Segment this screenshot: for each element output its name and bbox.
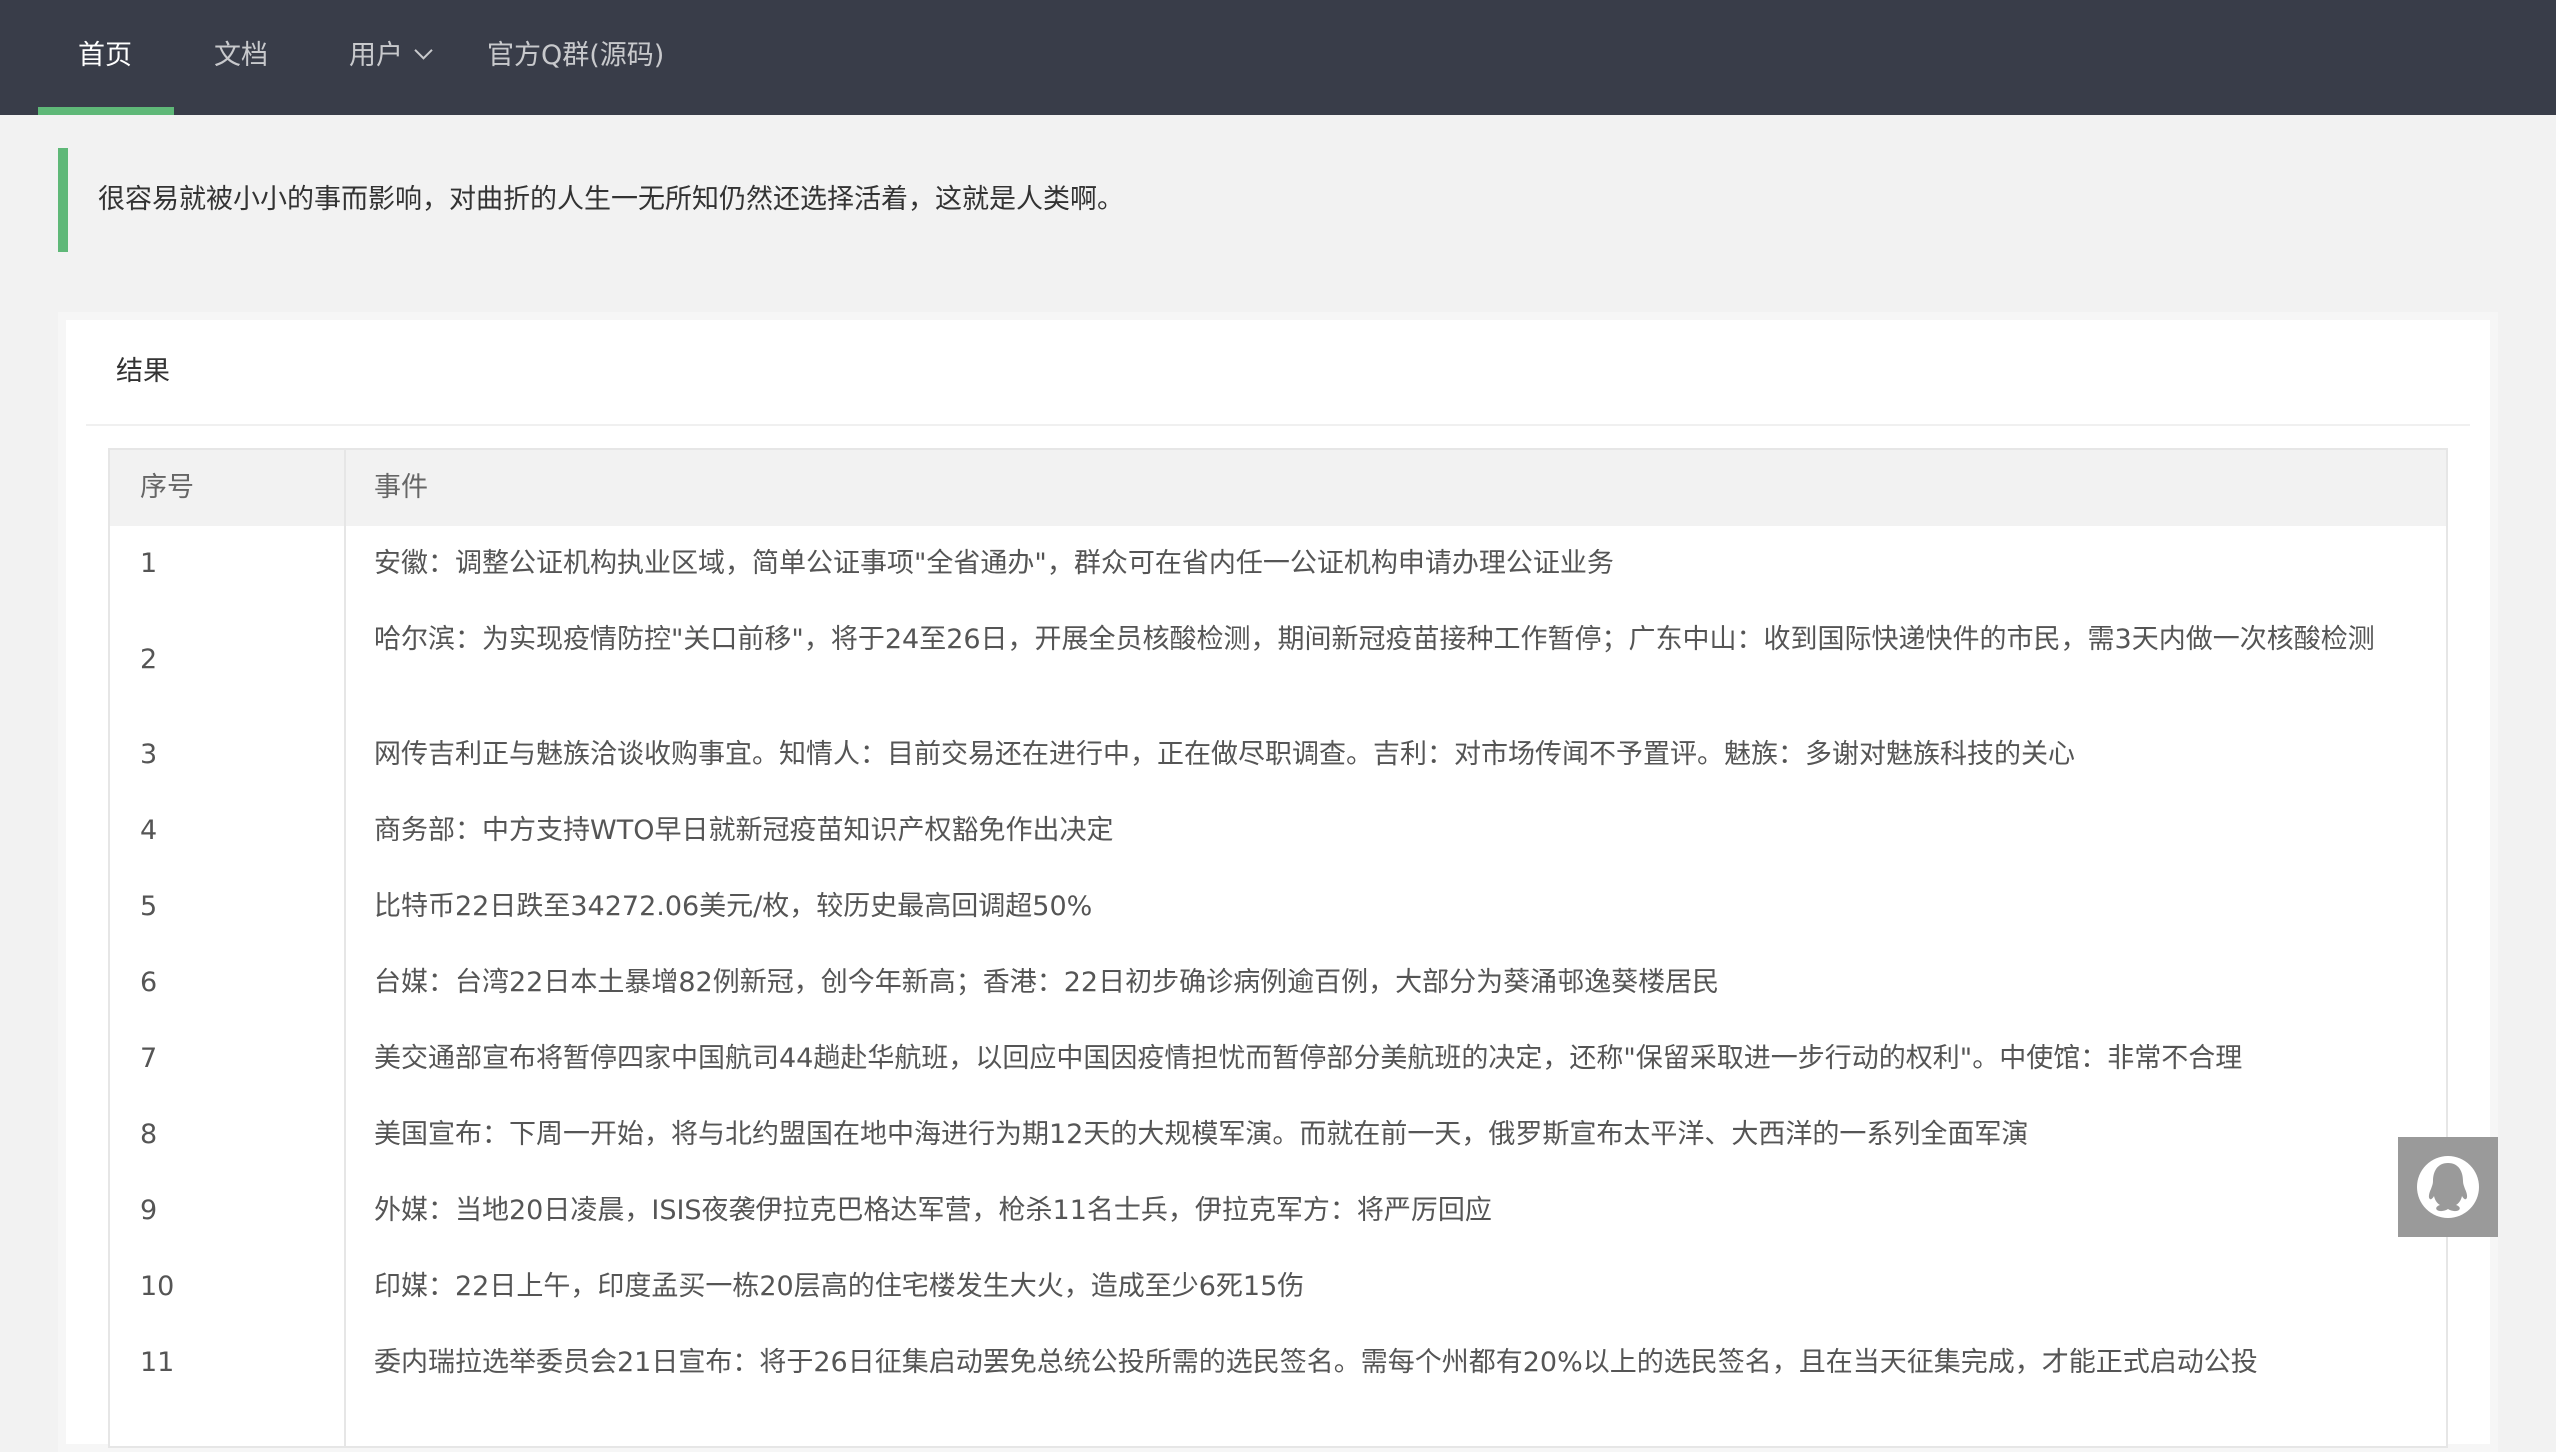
nav-item-home[interactable]: 首页 (78, 0, 132, 115)
row-event: 哈尔滨：为实现疫情防控"关口前移"，将于24至26日，开展全员核酸检测，期间新冠… (374, 624, 2375, 655)
row-event: 美交通部宣布将暂停四家中国航司44趟赴华航班，以回应中国因疫情担忧而暂停部分美航… (374, 1043, 2243, 1074)
row-event: 网传吉利正与魅族洽谈收购事宜。知情人：目前交易还在进行中，正在做尽职调查。吉利：… (374, 739, 2075, 770)
nav-active-indicator (38, 107, 174, 115)
row-number: 3 (140, 739, 158, 770)
nav-item-user-label: 用户 (349, 40, 403, 71)
qq-contact-button[interactable] (2398, 1137, 2498, 1237)
column-header-no: 序号 (140, 472, 194, 503)
row-event: 比特币22日跌至34272.06美元/枚，较历史最高回调超50% (374, 891, 1093, 922)
table-row: 4 商务部：中方支持WTO早日就新冠疫苗知识产权豁免作出决定 (110, 793, 2446, 869)
table-row: 11 委内瑞拉选举委员会21日宣布：将于26日征集启动罢免总统公投所需的选民签名… (110, 1325, 2446, 1401)
row-event: 台媒：台湾22日本土暴增82例新冠，创今年新高；香港：22日初步确诊病例逾百例，… (374, 967, 1720, 998)
table-row: 2 哈尔滨：为实现疫情防控"关口前移"，将于24至26日，开展全员核酸检测，期间… (110, 602, 2446, 717)
row-number: 9 (140, 1195, 158, 1226)
table-row: 6 台媒：台湾22日本土暴增82例新冠，创今年新高；香港：22日初步确诊病例逾百… (110, 945, 2446, 1021)
row-number: 11 (140, 1347, 175, 1378)
qq-penguin-icon (2417, 1156, 2479, 1218)
column-header-event: 事件 (374, 472, 428, 503)
row-event: 美国宣布：下周一开始，将与北约盟国在地中海进行为期12天的大规模军演。而就在前一… (374, 1119, 2029, 1150)
table-row: 10 印媒：22日上午，印度孟买一栋20层高的住宅楼发生大火，造成至少6死15伤 (110, 1249, 2446, 1325)
nav-item-qq-group[interactable]: 官方Q群(源码) (487, 0, 664, 115)
nav-item-user[interactable]: 用户 (349, 0, 433, 115)
nav-item-docs[interactable]: 文档 (214, 0, 268, 115)
top-navigation: 首页 文档 用户 官方Q群(源码) (0, 0, 2556, 115)
row-event: 委内瑞拉选举委员会21日宣布：将于26日征集启动罢免总统公投所需的选民签名。需每… (374, 1347, 2258, 1378)
table-row: 8 美国宣布：下周一开始，将与北约盟国在地中海进行为期12天的大规模军演。而就在… (110, 1097, 2446, 1173)
row-number: 1 (140, 548, 158, 579)
row-event: 商务部：中方支持WTO早日就新冠疫苗知识产权豁免作出决定 (374, 815, 1114, 846)
row-number: 8 (140, 1119, 158, 1150)
row-number: 2 (140, 644, 158, 675)
table-row: 5 比特币22日跌至34272.06美元/枚，较历史最高回调超50% (110, 869, 2446, 945)
table-row: 7 美交通部宣布将暂停四家中国航司44趟赴华航班，以回应中国因疫情担忧而暂停部分… (110, 1021, 2446, 1097)
row-event: 安徽：调整公证机构执业区域，简单公证事项"全省通办"，群众可在省内任一公证机构申… (374, 548, 1614, 579)
row-number: 6 (140, 967, 158, 998)
table-row: 3 网传吉利正与魅族洽谈收购事宜。知情人：目前交易还在进行中，正在做尽职调查。吉… (110, 717, 2446, 793)
chevron-down-icon (414, 41, 433, 60)
quote-text: 很容易就被小小的事而影响，对曲折的人生一无所知仍然还选择活着，这就是人类啊。 (98, 184, 1124, 215)
quote-block: 很容易就被小小的事而影响，对曲折的人生一无所知仍然还选择活着，这就是人类啊。 (58, 148, 2498, 252)
card-title: 结果 (116, 356, 170, 387)
row-event: 印媒：22日上午，印度孟买一栋20层高的住宅楼发生大火，造成至少6死15伤 (374, 1271, 1305, 1302)
card-header: 结果 (86, 320, 2470, 426)
table-row: 1 安徽：调整公证机构执业区域，简单公证事项"全省通办"，群众可在省内任一公证机… (110, 526, 2446, 602)
table-row: 9 外媒：当地20日凌晨，ISIS夜袭伊拉克巴格达军营，枪杀11名士兵，伊拉克军… (110, 1173, 2446, 1249)
row-number: 10 (140, 1271, 175, 1302)
row-event: 外媒：当地20日凌晨，ISIS夜袭伊拉克巴格达军营，枪杀11名士兵，伊拉克军方：… (374, 1195, 1492, 1226)
table-header: 序号 事件 (110, 450, 2446, 526)
row-number: 5 (140, 891, 158, 922)
results-table: 序号 事件 1 安徽：调整公证机构执业区域，简单公证事项"全省通办"，群众可在省… (108, 448, 2448, 1448)
row-number: 4 (140, 815, 158, 846)
row-number: 7 (140, 1043, 158, 1074)
